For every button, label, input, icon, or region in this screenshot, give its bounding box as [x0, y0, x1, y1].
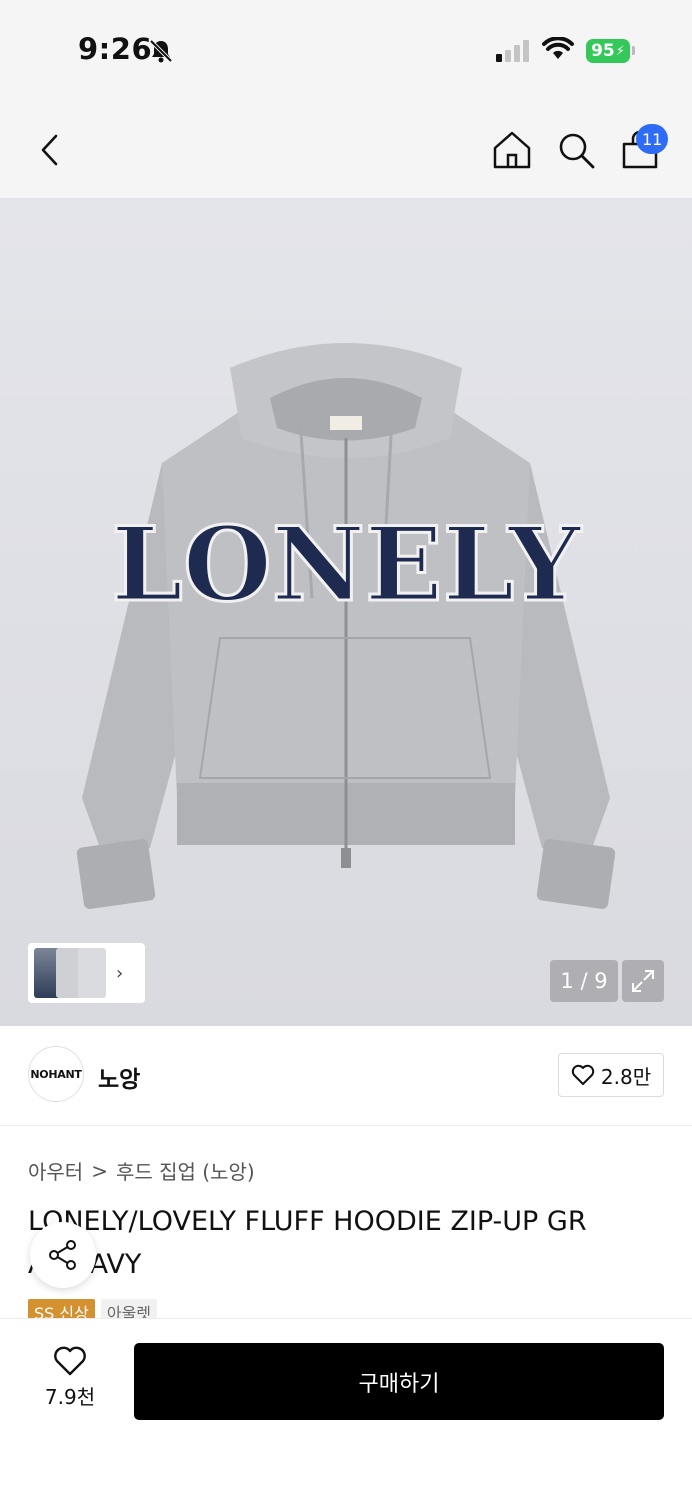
thumbnail-back[interactable]	[78, 948, 106, 998]
home-icon	[493, 131, 531, 169]
brand-like-button[interactable]: 2.8만	[558, 1053, 664, 1097]
heart-icon	[54, 1346, 86, 1376]
brand-logo[interactable]: NOHANT	[28, 1046, 84, 1102]
product-title-line1: LONELY/LOVELY FLUFF HOODIE ZIP-UP GR	[28, 1206, 587, 1237]
brand-name[interactable]: 노앙	[98, 1060, 140, 1094]
top-nav	[0, 100, 692, 198]
battery-charging-icon: 95 ⚡	[586, 39, 630, 63]
cart-count-badge: 11	[636, 124, 669, 154]
breadcrumb-chevron-icon: >	[91, 1158, 108, 1183]
status-time: 9:26	[78, 32, 153, 66]
thumbnail-more-chevron-icon[interactable]: ›	[116, 963, 123, 984]
search-button[interactable]	[554, 128, 598, 172]
share-button[interactable]	[30, 1222, 96, 1288]
expand-icon	[632, 970, 654, 992]
product-image-gallery[interactable]: LONELY › 1 / 9	[0, 198, 692, 1026]
product-photo: LONELY	[76, 343, 616, 909]
hoodie-print-text: LONELY	[111, 505, 582, 625]
bottom-action-bar: 7.9천 구매하기	[0, 1318, 692, 1500]
status-bar: 9:26 95 ⚡	[0, 0, 692, 100]
brand-like-count: 2.8만	[600, 1064, 652, 1089]
wishlist-button[interactable]: 7.9천	[32, 1345, 108, 1415]
bell-off-icon	[148, 38, 174, 68]
image-counter: 1 / 9	[550, 960, 618, 1002]
signal-icon	[496, 40, 530, 66]
search-icon	[559, 133, 595, 169]
breadcrumb: 아우터 > 후드 집업 (노앙)	[28, 1156, 255, 1185]
product-title-line2: AY NAVY	[28, 1249, 142, 1280]
product-title: LONELY/LOVELY FLUFF HOODIE ZIP-UP GR AY …	[28, 1200, 678, 1286]
breadcrumb-category[interactable]: 아우터	[28, 1156, 83, 1185]
expand-button[interactable]	[622, 960, 664, 1002]
share-icon	[49, 1240, 76, 1270]
buy-button[interactable]: 구매하기	[134, 1343, 664, 1420]
battery-level: 95	[591, 41, 615, 61]
thumbnail-strip[interactable]: ›	[28, 943, 145, 1003]
heart-icon	[571, 1064, 595, 1085]
back-button[interactable]	[30, 128, 70, 172]
wifi-icon	[542, 36, 574, 65]
breadcrumb-subcategory[interactable]: 후드 집업 (노앙)	[116, 1156, 255, 1185]
wishlist-count: 7.9천	[44, 1385, 96, 1409]
back-arrow-icon	[41, 134, 58, 166]
brand-row: NOHANT 노앙 2.8만	[0, 1026, 692, 1126]
home-button[interactable]	[490, 128, 534, 172]
battery-tip	[632, 46, 635, 55]
